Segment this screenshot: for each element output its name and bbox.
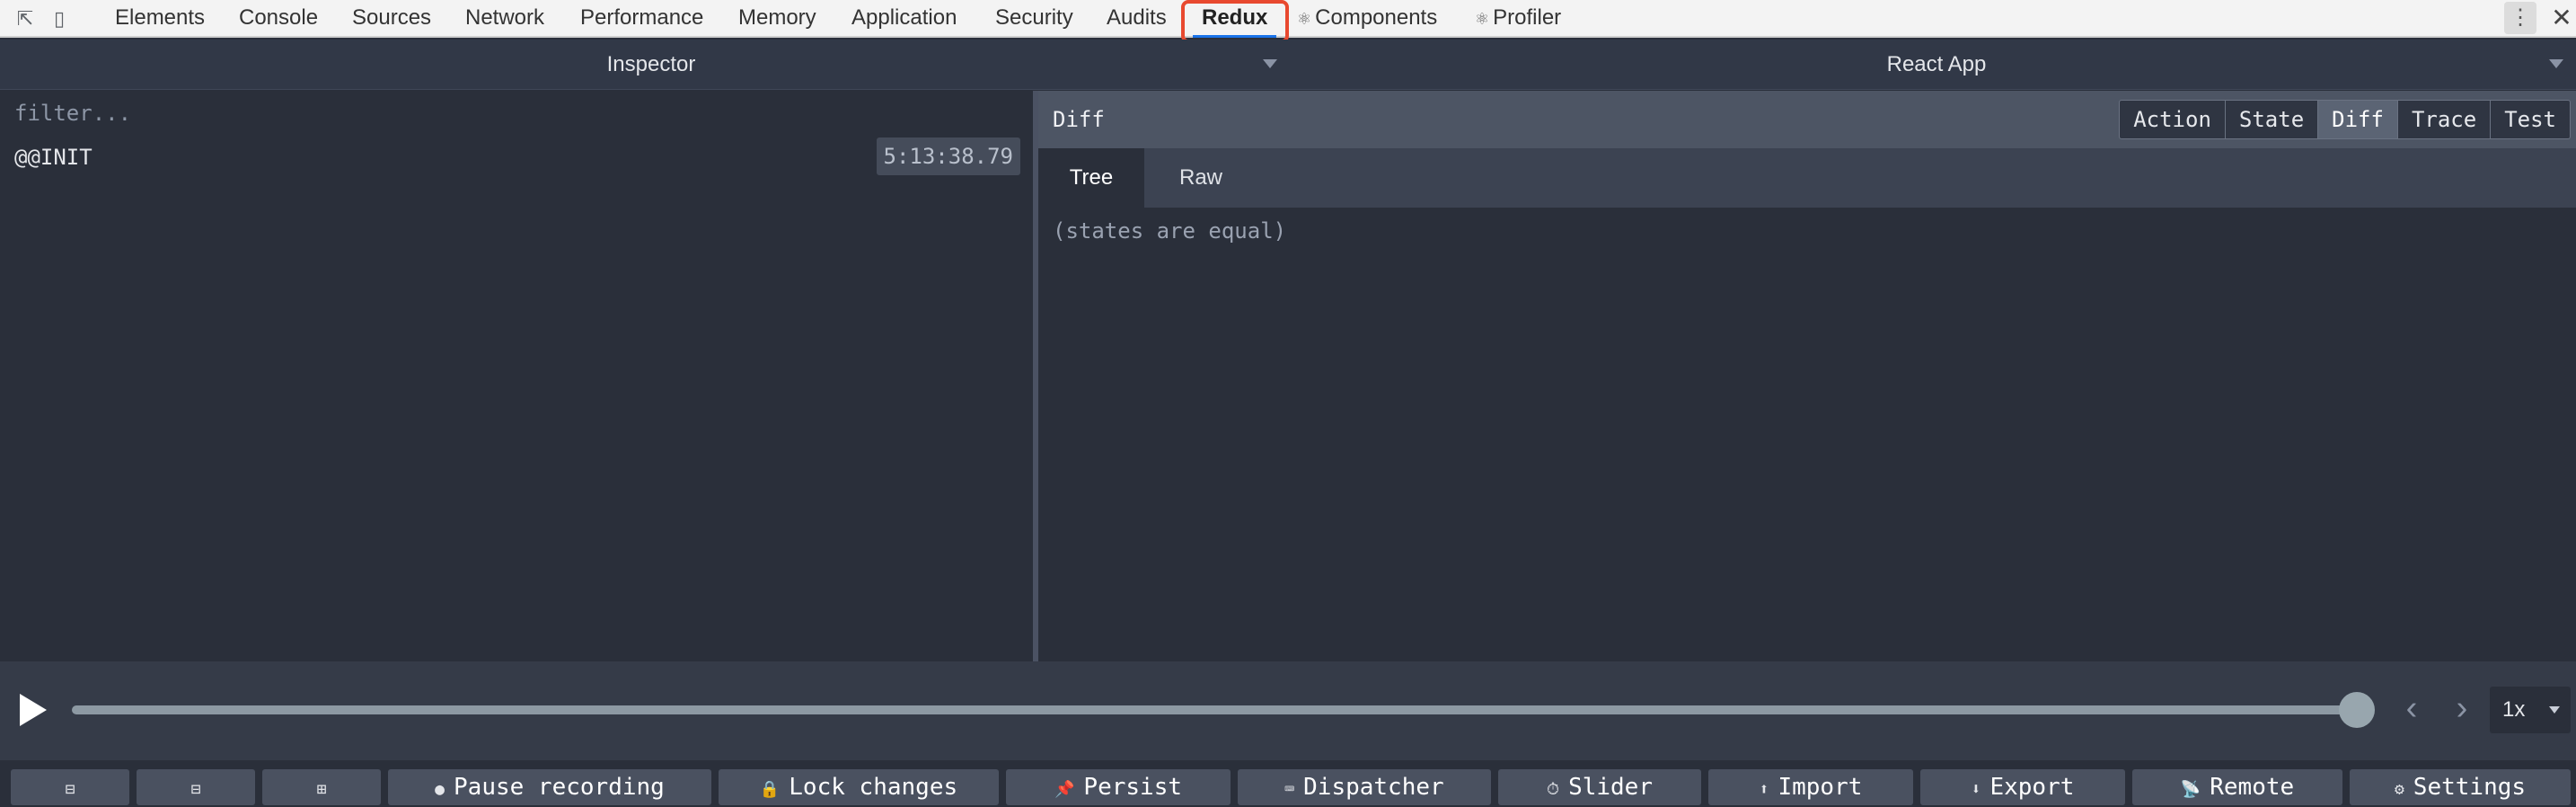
- instance-select[interactable]: React App: [1302, 40, 2571, 90]
- tab-application[interactable]: Application: [851, 0, 957, 36]
- tab-components-label: Components: [1315, 5, 1438, 30]
- instance-select-label: React App: [1886, 52, 1987, 76]
- tab-trace[interactable]: Trace: [2397, 100, 2492, 139]
- lock-changes-label: Lock changes: [789, 774, 958, 801]
- pause-recording-button[interactable]: ● Pause recording: [388, 769, 711, 805]
- slider-handle[interactable]: [2339, 692, 2375, 728]
- more-options-icon[interactable]: ⋮: [2504, 2, 2536, 34]
- diff-content: (states are equal): [1053, 218, 1287, 244]
- chevron-down-icon[interactable]: [1263, 59, 1277, 68]
- slider-label: Slider: [1568, 774, 1653, 801]
- layout-right-button[interactable]: ⊟: [137, 769, 255, 805]
- element-picker-icon[interactable]: ⇱: [13, 6, 38, 31]
- bottom-button-bar: ⊟ ⊟ ⊞ ● Pause recording 🔒 Lock changes 📌 Pe…: [0, 760, 2576, 807]
- tab-components[interactable]: ⚛ Components: [1297, 0, 1437, 36]
- download-icon: ⬇: [1971, 780, 1981, 799]
- stopwatch-icon: ⏱: [1547, 780, 1560, 799]
- layout-left-icon: ⊟: [65, 780, 75, 799]
- tab-profiler-label: Profiler: [1493, 5, 1562, 30]
- layout-left-button[interactable]: ⊟: [11, 769, 129, 805]
- tab-memory[interactable]: Memory: [738, 0, 816, 36]
- persist-button[interactable]: 📌 Persist: [1006, 769, 1231, 805]
- export-label: Export: [1989, 774, 2075, 801]
- tab-redux[interactable]: Redux: [1192, 0, 1277, 38]
- layout-bottom-icon: ⊞: [316, 780, 327, 799]
- react-atom-icon: ⚛: [1297, 10, 1312, 28]
- keyboard-icon: ⌨: [1284, 780, 1295, 799]
- lock-changes-button[interactable]: 🔒 Lock changes: [719, 769, 999, 805]
- tab-state[interactable]: State: [2225, 100, 2319, 139]
- inspector-pane: Diff Action State Diff Trace Test Tree R…: [1038, 91, 2576, 661]
- chevron-down-icon: [2549, 706, 2560, 714]
- tab-security[interactable]: Security: [995, 0, 1073, 36]
- chevron-right-icon[interactable]: ›: [2448, 688, 2475, 728]
- tab-network[interactable]: Network: [465, 0, 544, 36]
- monitor-select[interactable]: Inspector: [0, 40, 1302, 90]
- layout-bottom-button[interactable]: ⊞: [262, 769, 381, 805]
- slider-track[interactable]: [72, 705, 2357, 714]
- record-icon: ●: [435, 780, 446, 799]
- chevron-left-icon[interactable]: ‹: [2398, 688, 2425, 728]
- tab-audits[interactable]: Audits: [1107, 0, 1167, 36]
- tab-console[interactable]: Console: [239, 0, 318, 36]
- monitor-header: Inspector React App: [0, 40, 2576, 90]
- action-list-pane: @@INIT 5:13:38.79: [0, 91, 1033, 661]
- import-button[interactable]: ⬆ Import: [1708, 769, 1913, 805]
- antenna-icon: 📡: [2180, 780, 2201, 799]
- speed-select-value: 1x: [2502, 697, 2526, 722]
- tab-sources[interactable]: Sources: [352, 0, 431, 36]
- subtab-raw[interactable]: Raw: [1144, 148, 1257, 208]
- action-name: @@INIT: [14, 145, 93, 170]
- settings-button[interactable]: ⚙ Settings: [2350, 769, 2571, 805]
- play-icon[interactable]: [20, 694, 47, 726]
- tab-profiler[interactable]: ⚛ Profiler: [1475, 0, 1561, 36]
- close-icon[interactable]: ✕: [2549, 2, 2574, 34]
- slider-monitor: ‹ › 1x: [0, 661, 2576, 760]
- inspector-header: Diff Action State Diff Trace Test: [1038, 91, 2576, 148]
- dispatcher-label: Dispatcher: [1303, 774, 1444, 801]
- device-toolbar-icon[interactable]: ▯: [47, 6, 72, 31]
- react-atom-icon: ⚛: [1475, 10, 1490, 28]
- import-label: Import: [1778, 774, 1863, 801]
- action-timestamp: 5:13:38.79: [876, 137, 1020, 175]
- slider-button[interactable]: ⏱ Slider: [1498, 769, 1701, 805]
- remote-button[interactable]: 📡 Remote: [2132, 769, 2342, 805]
- tab-elements[interactable]: Elements: [115, 0, 205, 36]
- action-list-item[interactable]: @@INIT 5:13:38.79: [0, 136, 1033, 179]
- tab-action[interactable]: Action: [2119, 100, 2226, 139]
- gear-icon: ⚙: [2394, 780, 2404, 799]
- filter-input[interactable]: [0, 91, 1033, 136]
- tab-test[interactable]: Test: [2491, 100, 2571, 139]
- inspector-title: Diff: [1053, 107, 1105, 132]
- lock-icon: 🔒: [759, 780, 781, 799]
- tab-performance[interactable]: Performance: [580, 0, 703, 36]
- persist-label: Persist: [1083, 774, 1182, 801]
- pin-icon: 📌: [1054, 780, 1075, 799]
- inspector-tab-group: Action State Diff Trace Test: [2119, 100, 2571, 139]
- export-button[interactable]: ⬇ Export: [1920, 769, 2125, 805]
- diff-view-tabs: Tree Raw: [1038, 148, 2576, 208]
- remote-label: Remote: [2210, 774, 2295, 801]
- layout-right-icon: ⊟: [190, 780, 201, 799]
- subtab-tree[interactable]: Tree: [1038, 148, 1144, 208]
- speed-select[interactable]: 1x: [2490, 687, 2571, 733]
- devtools-tab-bar: ⇱ ▯ Elements Console Sources Network Per…: [0, 0, 2576, 38]
- pause-recording-label: Pause recording: [454, 774, 665, 801]
- tab-diff[interactable]: Diff: [2318, 100, 2398, 139]
- upload-icon: ⬆: [1759, 780, 1769, 799]
- dispatcher-button[interactable]: ⌨ Dispatcher: [1238, 769, 1491, 805]
- monitor-select-label: Inspector: [606, 52, 696, 76]
- chevron-down-icon[interactable]: [2549, 59, 2563, 68]
- settings-label: Settings: [2413, 774, 2527, 801]
